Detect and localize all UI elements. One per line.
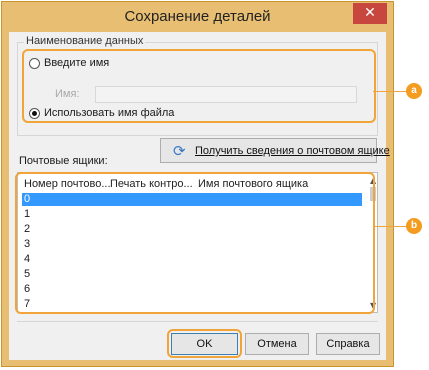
cancel-button[interactable]: Отмена xyxy=(245,333,309,355)
callout-b: b xyxy=(406,218,422,234)
use-filename-radio[interactable] xyxy=(29,108,40,119)
mailboxes-label: Почтовые ящики: xyxy=(19,155,108,167)
name-field-label: Имя: xyxy=(55,88,80,100)
divider xyxy=(17,321,378,322)
get-mailbox-info-label: Получить сведения о почтовом ящике xyxy=(195,145,390,157)
enter-name-label[interactable]: Введите имя xyxy=(44,57,109,69)
group-title: Наименование данных xyxy=(24,35,146,47)
ok-button[interactable]: OK xyxy=(171,333,238,355)
get-mailbox-info-button[interactable]: ⟳ Получить сведения о почтовом ящике xyxy=(160,138,390,163)
dialog-title: Сохранение деталей xyxy=(124,8,271,25)
dialog-body: Наименование данных Введите имя Имя: Исп… xyxy=(9,32,390,360)
callout-line-a xyxy=(373,91,407,92)
refresh-icon: ⟳ xyxy=(173,142,186,160)
close-button[interactable]: ✕ xyxy=(353,3,387,24)
highlight-mailbox-list xyxy=(15,172,375,314)
help-button[interactable]: Справка xyxy=(316,333,380,355)
name-field[interactable] xyxy=(95,86,357,103)
title-bar[interactable]: Сохранение деталей ✕ xyxy=(2,2,393,32)
callout-a: a xyxy=(406,83,422,99)
save-details-dialog: Сохранение деталей ✕ Наименование данных… xyxy=(1,1,394,367)
close-icon: ✕ xyxy=(364,5,376,21)
callout-line-b xyxy=(373,226,407,227)
use-filename-label[interactable]: Использовать имя файла xyxy=(44,107,174,119)
enter-name-radio[interactable] xyxy=(29,58,40,69)
